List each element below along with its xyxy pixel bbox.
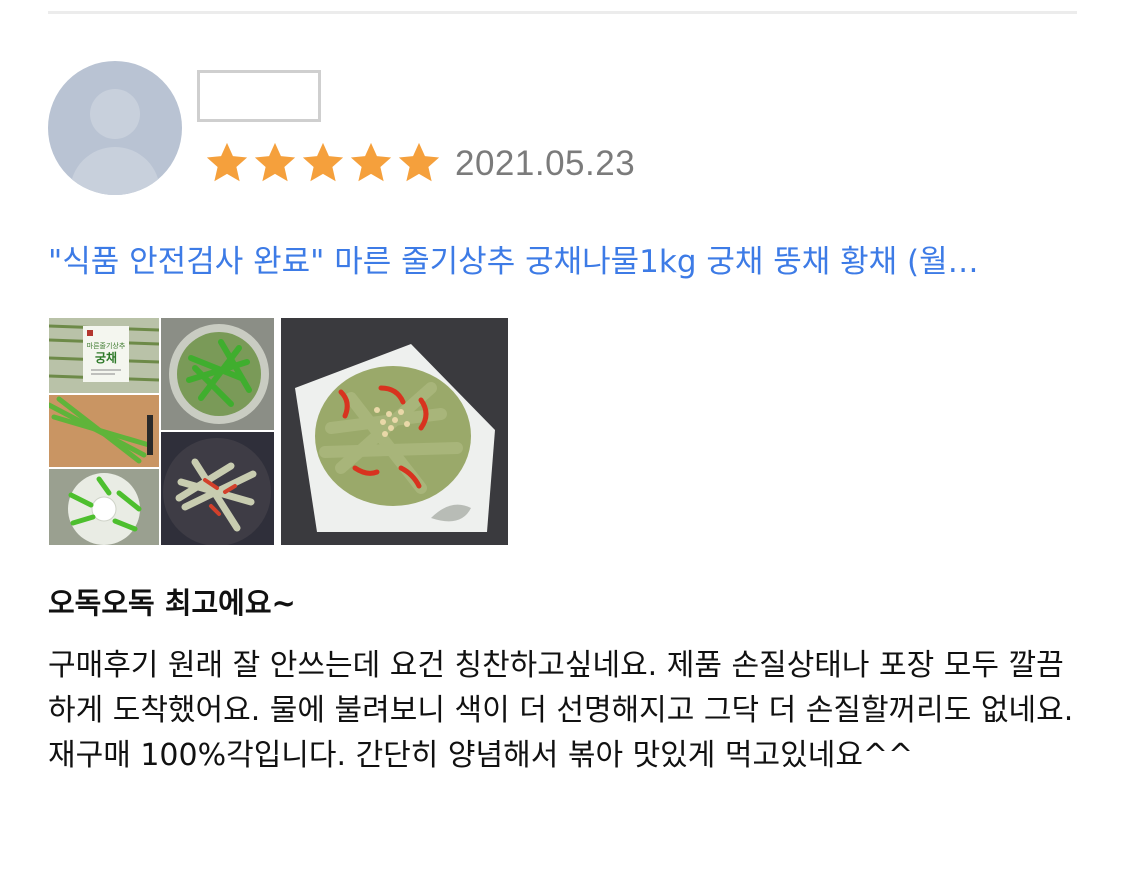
username-placeholder	[197, 70, 321, 122]
rating-stars	[204, 140, 442, 188]
star-icon	[206, 142, 248, 182]
star-icon	[398, 142, 440, 182]
photo-frying-pan	[161, 432, 274, 545]
avatar-head-shape	[90, 89, 140, 139]
photo-colander	[49, 469, 159, 545]
star-icon	[302, 142, 344, 182]
user-avatar	[48, 61, 182, 195]
avatar-shoulders-shape	[70, 147, 160, 195]
review-date: 2021.05.23	[455, 144, 636, 183]
review-body: 구매후기 원래 잘 안쓰는데 요건 칭찬하고싶네요. 제품 손질상태나 포장 모…	[48, 648, 1074, 773]
package-label-large: 궁채	[95, 350, 117, 365]
package-label-small: 마른줄기상추	[87, 341, 126, 350]
photo-finished-dish[interactable]	[281, 318, 508, 545]
photo-collage-thumbnail[interactable]: 마른줄기상추 궁채	[49, 318, 274, 545]
product-title-link[interactable]: "식품 안전검사 완료" 마른 줄기상추 궁채나물1kg 궁채 뚱채 황채 (월…	[48, 240, 1058, 284]
review-title: 오독오독 최고에요~	[48, 586, 296, 620]
star-icon	[254, 142, 296, 182]
star-icon	[350, 142, 392, 182]
photo-package: 마른줄기상추 궁채	[49, 318, 159, 393]
photo-soaking-bowl	[161, 318, 274, 430]
photo-cutting-board	[49, 395, 159, 467]
top-divider	[48, 11, 1077, 14]
